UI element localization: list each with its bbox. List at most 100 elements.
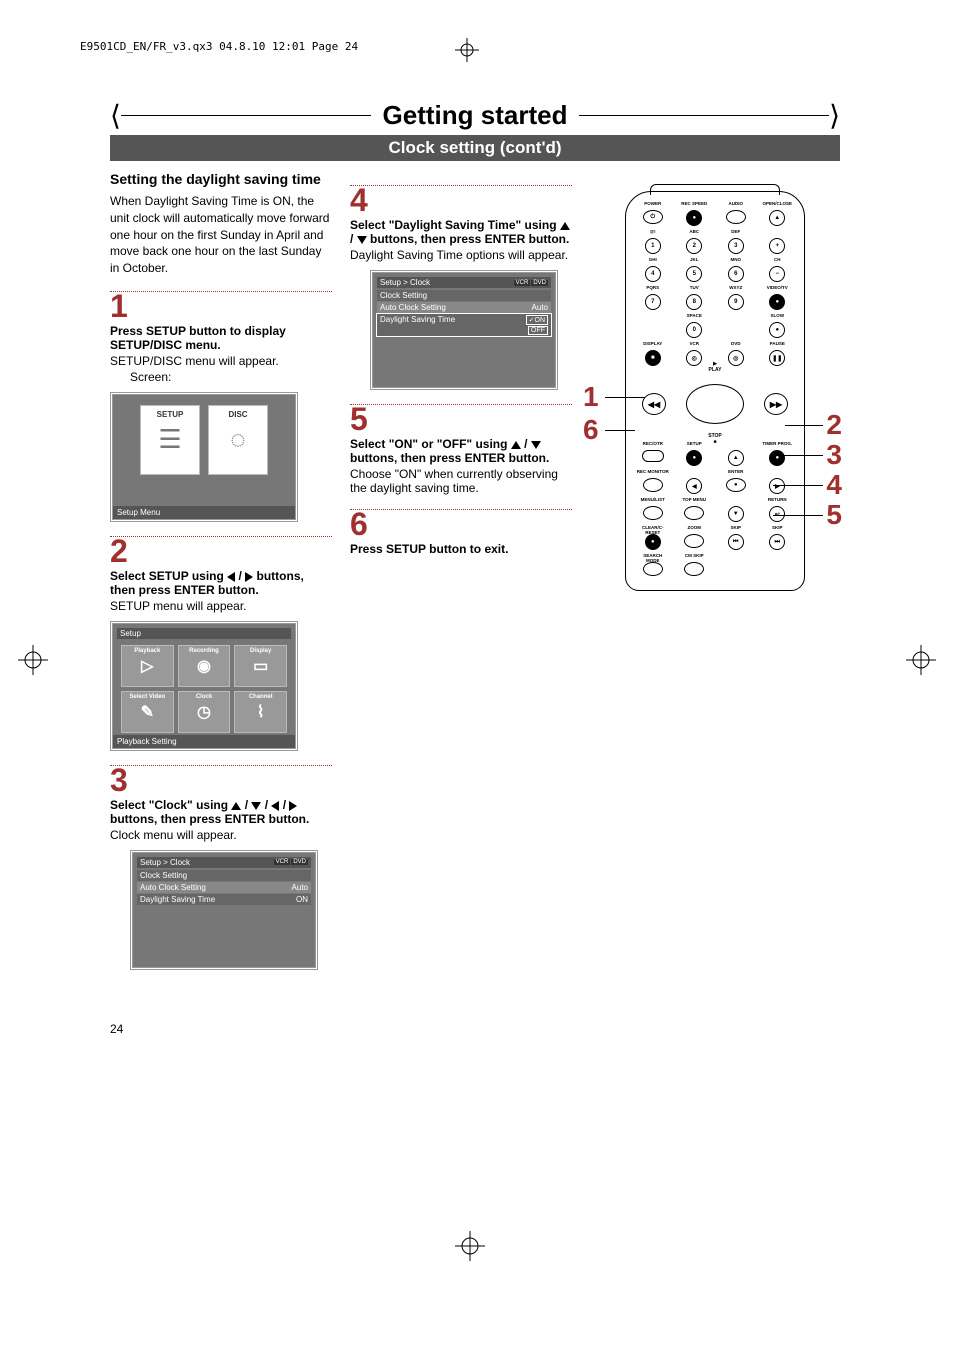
- clear-icon: ●: [645, 534, 661, 550]
- step-number-5: 5: [350, 403, 572, 435]
- rec-icon: [642, 450, 664, 462]
- remote-ch-up-button: +: [761, 230, 795, 254]
- page-number: 24: [110, 1022, 840, 1036]
- screen3-illustration: Setup > Clock VCRDVD Clock Setting Auto …: [130, 850, 318, 970]
- middle-column: 4 Select "Daylight Saving Time" using / …: [350, 171, 572, 978]
- display-icon: ■: [645, 350, 661, 366]
- videotv-icon: ●: [769, 294, 785, 310]
- tile-label: DISC: [228, 410, 247, 419]
- remote-button-grid: POWER⏻ REC SPEED● AUDIO OPEN/CLOSE▲ @!1 …: [636, 202, 794, 576]
- row-label: Auto Clock Setting: [380, 303, 446, 312]
- cell-label: Clock: [196, 694, 212, 700]
- dpad-stop-label: STOP■: [708, 433, 722, 445]
- step4-detail: Daylight Saving Time options will appear…: [350, 248, 572, 262]
- skip-fwd-icon: ⏭: [769, 534, 785, 550]
- num: 1: [645, 238, 661, 254]
- step4-instruction: Select "Daylight Saving Time" using / bu…: [350, 218, 572, 246]
- button-label: TUV: [690, 286, 699, 294]
- audio-icon: [726, 210, 746, 224]
- crop-mark-icon: [455, 38, 479, 67]
- remote-slow-button: SLOW●: [761, 314, 795, 338]
- step5-detail: Choose "ON" when currently observing the…: [350, 467, 572, 495]
- button-label: POWER: [644, 202, 661, 210]
- num: 7: [645, 294, 661, 310]
- cell-label: Channel: [249, 694, 273, 700]
- button-label: DISPLAY: [643, 342, 662, 350]
- callout-3: 3: [826, 439, 842, 471]
- remote-num-button: TUV8: [678, 286, 712, 310]
- rule-line: [579, 115, 829, 116]
- remote-recmonitor-button: REC MONITOR: [636, 470, 670, 494]
- screen-row: Auto Clock SettingAuto: [137, 882, 311, 893]
- setup-tile: SETUP ☰: [140, 405, 200, 475]
- step5-instruction: Select "ON" or "OFF" using / buttons, th…: [350, 437, 572, 465]
- step6-instruction: Press SETUP button to exit.: [350, 542, 572, 556]
- row-value: ON: [296, 895, 308, 904]
- row-label: Daylight Saving Time: [140, 895, 215, 904]
- triangle-down-icon: [531, 437, 541, 451]
- callout-2: 2: [826, 409, 842, 441]
- channel-icon: ⌇: [235, 700, 286, 724]
- screen-row-highlight: Daylight Saving Time ON OFF: [377, 314, 551, 336]
- text-fragment: buttons, then press ENTER button.: [350, 451, 549, 465]
- row-label: Clock Setting: [140, 871, 187, 880]
- remote-return-button: RETURN↩: [761, 498, 795, 522]
- setup-icon: ☰: [141, 419, 199, 461]
- remote-enter-button: ENTER●: [719, 470, 753, 494]
- button-label: CM SKIP: [685, 554, 704, 562]
- remote-num-button: WXYZ9: [719, 286, 753, 310]
- setup-cell: Clock◷: [178, 691, 231, 733]
- num: 4: [645, 266, 661, 282]
- screen1-illustration: SETUP ☰ DISC ◌ Setup Menu: [110, 392, 298, 522]
- screen-status: Playback Setting: [113, 735, 295, 748]
- num: 0: [686, 322, 702, 338]
- num: 5: [686, 266, 702, 282]
- remote-recotr-button: REC/OTR: [636, 442, 670, 466]
- ch-up-icon: +: [769, 238, 785, 254]
- remote-spacer: [719, 554, 753, 576]
- button-label: DEF: [731, 230, 740, 238]
- remote-spacer: [636, 314, 670, 338]
- remote-skipfwd-button: SKIP⏭: [761, 526, 795, 550]
- button-label: JKL: [690, 258, 699, 266]
- cell-label: Select Video: [130, 694, 166, 700]
- button-label: VCR: [689, 342, 699, 350]
- screen-title: Setup: [120, 629, 141, 638]
- display-icon: ▭: [235, 654, 286, 678]
- triangle-up-icon: [231, 798, 241, 812]
- remote-searchmode-button: SEARCH MODE: [636, 554, 670, 576]
- callout-line: [605, 397, 645, 398]
- option-label: ON: [535, 317, 546, 324]
- button-label: CH: [774, 258, 781, 266]
- button-label: WXYZ: [729, 286, 742, 294]
- num: 6: [728, 266, 744, 282]
- remote-clear-button: CLEAR/C-RESET●: [636, 526, 670, 550]
- setup-cell: Playback▷: [121, 645, 174, 687]
- slow-icon: ●: [769, 322, 785, 338]
- step-number-6: 6: [350, 508, 572, 540]
- button-label: MENU/LIST: [641, 498, 665, 506]
- remote-num-button: JKL5: [678, 258, 712, 282]
- dpad-play-label: ▶PLAY: [709, 361, 722, 373]
- triangle-down-icon: [251, 798, 261, 812]
- remote-control-illustration: POWER⏻ REC SPEED● AUDIO OPEN/CLOSE▲ @!1 …: [625, 191, 805, 591]
- remote-display-button: DISPLAY■: [636, 342, 670, 366]
- vcr-label: VCR: [274, 859, 291, 865]
- recspeed-icon: ●: [686, 210, 702, 226]
- triangle-up-icon: [511, 437, 521, 451]
- eject-icon: ▲: [769, 210, 785, 226]
- num: 3: [728, 238, 744, 254]
- dvd-label: DVD: [291, 859, 308, 865]
- button-label: OPEN/CLOSE: [762, 202, 792, 210]
- button-label: SLOW: [771, 314, 785, 322]
- registration-mark-icon: [455, 1231, 485, 1266]
- triangle-up-icon: [560, 218, 570, 232]
- button-label: REC SPEED: [681, 202, 707, 210]
- arrow-up-icon: ▲: [728, 450, 744, 466]
- screen-row: Auto Clock SettingAuto: [377, 302, 551, 313]
- menu-icon: [643, 506, 663, 520]
- remote-right-button: ▶: [761, 470, 795, 494]
- remote-power-button: POWER⏻: [636, 202, 670, 226]
- row-label: Daylight Saving Time: [380, 315, 455, 335]
- section-header: ⟨ Getting started ⟩: [110, 100, 840, 131]
